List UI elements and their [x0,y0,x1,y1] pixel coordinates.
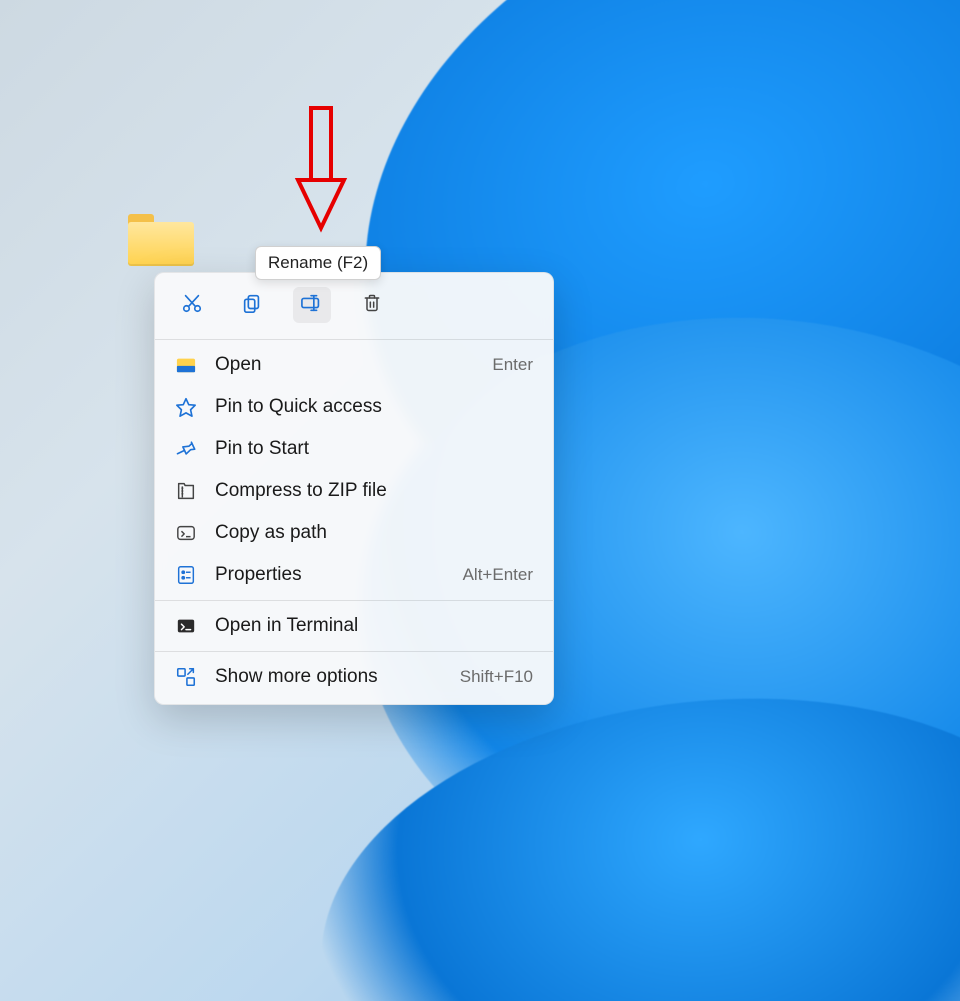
menu-item-label: Copy as path [215,522,533,544]
tooltip-text: Rename (F2) [268,253,368,272]
rename-icon [300,292,324,319]
menu-item-label: Open in Terminal [215,615,533,637]
copy-button[interactable] [233,287,271,323]
menu-item-properties[interactable]: Properties Alt+Enter [155,554,553,596]
menu-item-hint: Shift+F10 [460,667,533,687]
menu-item-pin-quick-access[interactable]: Pin to Quick access [155,386,553,428]
menu-separator [155,600,553,601]
menu-item-label: Open [215,354,474,376]
menu-item-compress-zip[interactable]: Compress to ZIP file [155,470,553,512]
menu-item-open[interactable]: Open Enter [155,344,553,386]
menu-item-pin-start[interactable]: Pin to Start [155,428,553,470]
properties-icon [175,564,197,586]
context-menu-icon-row [155,273,553,335]
menu-item-hint: Alt+Enter [463,565,533,585]
menu-item-label: Show more options [215,666,442,688]
delete-button[interactable] [353,287,391,323]
delete-icon [362,292,382,319]
rename-tooltip: Rename (F2) [255,246,381,280]
menu-item-label: Pin to Start [215,438,533,460]
annotation-arrow-icon [290,104,352,239]
star-icon [175,396,197,418]
menu-item-hint: Enter [492,355,533,375]
context-menu: Open Enter Pin to Quick access Pin to St… [154,272,554,705]
copy-path-icon [175,522,197,544]
menu-item-show-more[interactable]: Show more options Shift+F10 [155,656,553,698]
open-icon [175,354,197,376]
folder-icon[interactable] [128,214,194,266]
copy-icon [241,292,263,319]
zip-icon [175,480,197,502]
pin-icon [175,438,197,460]
more-options-icon [175,666,197,688]
menu-item-open-terminal[interactable]: Open in Terminal [155,605,553,647]
rename-button[interactable] [293,287,331,323]
cut-button[interactable] [173,287,211,323]
menu-item-label: Pin to Quick access [215,396,533,418]
menu-separator [155,651,553,652]
cut-icon [181,292,203,319]
menu-item-label: Properties [215,564,445,586]
menu-item-copy-path[interactable]: Copy as path [155,512,553,554]
menu-separator [155,339,553,340]
menu-item-label: Compress to ZIP file [215,480,533,502]
terminal-icon [175,615,197,637]
